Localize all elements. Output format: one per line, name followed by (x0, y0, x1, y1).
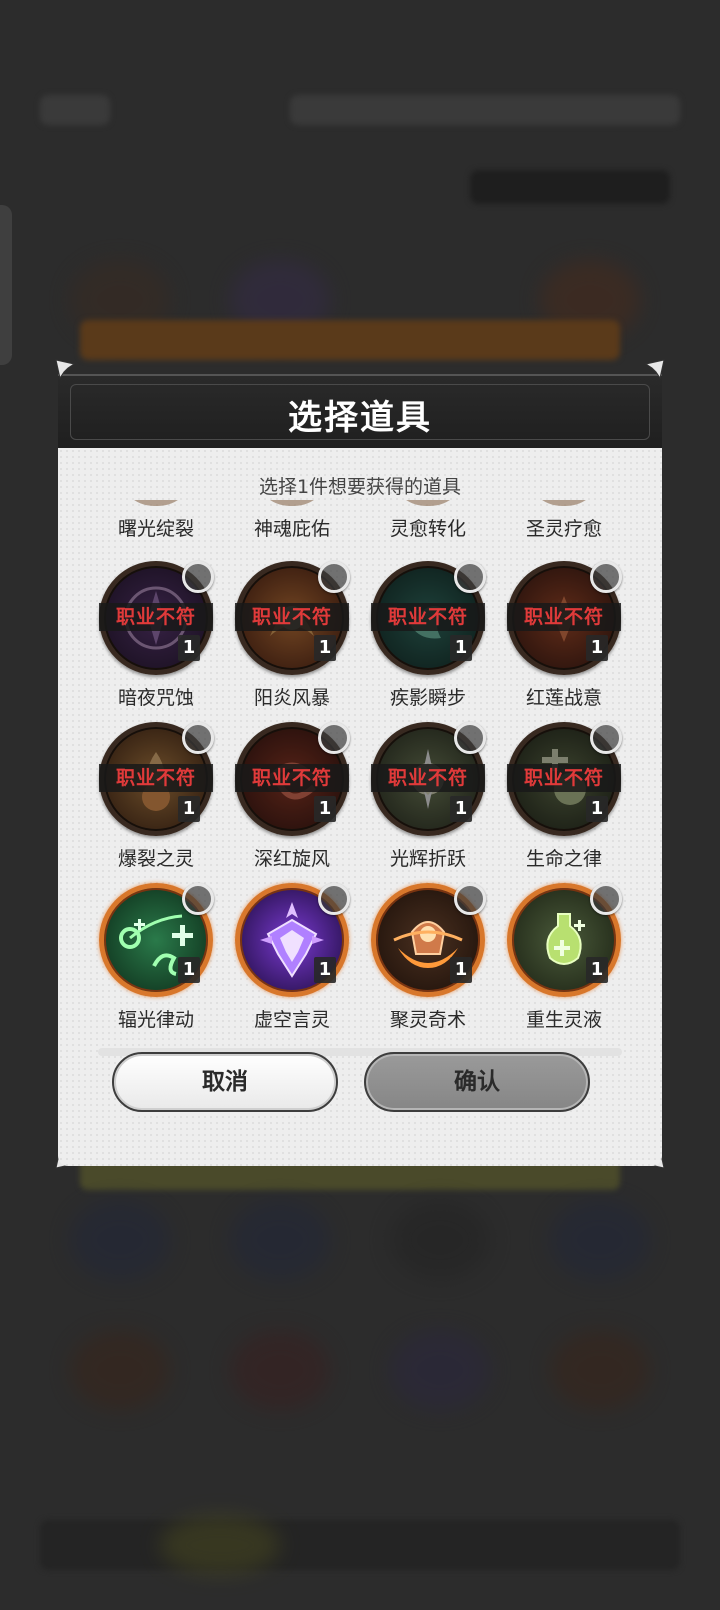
select-checkbox[interactable] (318, 883, 350, 915)
item-slot[interactable]: 职业不符 1 生命之律 (496, 716, 632, 881)
quantity-badge: 1 (178, 957, 200, 983)
restriction-badge: 职业不符 (99, 603, 213, 631)
item-slot[interactable]: 职业不符 1 疾影瞬步 (360, 555, 496, 720)
cancel-button[interactable]: 取消 (112, 1052, 338, 1112)
item-slot[interactable]: 神魂庇佑 (224, 500, 360, 540)
side-drawer-handle[interactable] (0, 205, 12, 365)
quantity-badge: 1 (586, 635, 608, 661)
quantity-badge: 1 (586, 796, 608, 822)
quantity-badge: 1 (314, 796, 336, 822)
item-grid[interactable]: 曙光绽裂 神魂庇佑 灵愈转化 圣灵疗愈 职业不符 1 暗夜咒蚀 职业不符 1 阳… (88, 500, 632, 1048)
quantity-badge: 1 (450, 796, 472, 822)
select-checkbox[interactable] (590, 883, 622, 915)
item-name: 暗夜咒蚀 (117, 687, 194, 709)
item-name: 疾影瞬步 (389, 687, 466, 709)
item-slot[interactable]: 1 重生灵液 (496, 877, 632, 1042)
restriction-badge: 职业不符 (507, 603, 621, 631)
item-name: 辐光律动 (117, 1009, 194, 1031)
quantity-badge: 1 (450, 957, 472, 983)
partial-item-row: 曙光绽裂 神魂庇佑 灵愈转化 圣灵疗愈 (88, 500, 632, 540)
select-checkbox[interactable] (318, 722, 350, 754)
item-name: 重生灵液 (525, 1009, 602, 1031)
quantity-badge: 1 (586, 957, 608, 983)
select-checkbox[interactable] (590, 561, 622, 593)
select-checkbox[interactable] (182, 561, 214, 593)
bg-blur-element (550, 1330, 650, 1410)
item-name: 曙光绽裂 (117, 518, 194, 540)
item-slot[interactable]: 1 辐光律动 (88, 877, 224, 1042)
item-name: 爆裂之灵 (117, 848, 194, 870)
select-item-dialog: 选择道具 选择1件想要获得的道具 曙光绽裂 神魂庇佑 灵愈转化 圣灵疗愈 职业不… (55, 359, 665, 1169)
item-name: 阳炎风暴 (253, 687, 330, 709)
confirm-button[interactable]: 确认 (364, 1052, 590, 1112)
select-checkbox[interactable] (318, 561, 350, 593)
corner-ornament-icon (644, 358, 666, 380)
item-name: 生命之律 (525, 848, 602, 870)
bg-blur-element (80, 320, 620, 360)
dialog-subtitle: 选择1件想要获得的道具 (258, 476, 462, 498)
select-checkbox[interactable] (454, 722, 486, 754)
item-slot[interactable]: 职业不符 1 红莲战意 (496, 555, 632, 720)
restriction-badge: 职业不符 (371, 764, 485, 792)
item-icon-partial (526, 500, 602, 506)
item-slot[interactable]: 圣灵疗愈 (496, 500, 632, 540)
item-slot[interactable]: 职业不符 1 暗夜咒蚀 (88, 555, 224, 720)
bg-blur-element (40, 1520, 680, 1570)
select-checkbox[interactable] (182, 722, 214, 754)
select-checkbox[interactable] (182, 883, 214, 915)
quantity-badge: 1 (178, 635, 200, 661)
bg-blur-element (290, 95, 680, 125)
bg-blur-element (230, 1330, 330, 1410)
quantity-badge: 1 (450, 635, 472, 661)
bg-blur-element (160, 1515, 280, 1575)
restriction-badge: 职业不符 (371, 603, 485, 631)
item-slot[interactable]: 1 聚灵奇术 (360, 877, 496, 1042)
bg-blur-element (390, 1200, 490, 1280)
item-name: 深红旋风 (253, 848, 330, 870)
item-slot[interactable]: 1 虚空言灵 (224, 877, 360, 1042)
select-checkbox[interactable] (590, 722, 622, 754)
quantity-badge: 1 (314, 635, 336, 661)
bg-blur-element (40, 95, 110, 125)
bg-blur-element (70, 1200, 170, 1280)
item-name: 红莲战意 (525, 687, 602, 709)
item-icon-partial (390, 500, 466, 506)
dialog-header: 选择道具 (58, 374, 662, 448)
restriction-badge: 职业不符 (235, 603, 349, 631)
quantity-badge: 1 (178, 796, 200, 822)
item-slot[interactable]: 职业不符 1 光辉折跃 (360, 716, 496, 881)
dialog-body: 选择1件想要获得的道具 曙光绽裂 神魂庇佑 灵愈转化 圣灵疗愈 职业不符 1 暗… (58, 448, 662, 1166)
bg-blur-element (230, 1200, 330, 1280)
item-icon-partial (254, 500, 330, 506)
select-checkbox[interactable] (454, 561, 486, 593)
item-slot[interactable]: 职业不符 1 爆裂之灵 (88, 716, 224, 881)
bg-blur-element (470, 170, 670, 204)
restriction-badge: 职业不符 (507, 764, 621, 792)
item-name: 神魂庇佑 (253, 518, 330, 540)
item-slot[interactable]: 曙光绽裂 (88, 500, 224, 540)
item-name: 虚空言灵 (253, 1009, 330, 1031)
select-checkbox[interactable] (454, 883, 486, 915)
item-slot[interactable]: 职业不符 1 阳炎风暴 (224, 555, 360, 720)
item-name: 聚灵奇术 (389, 1009, 466, 1031)
restriction-badge: 职业不符 (235, 764, 349, 792)
bg-blur-element (70, 1330, 170, 1410)
item-name: 光辉折跃 (389, 848, 466, 870)
dialog-title: 选择道具 (288, 398, 432, 438)
restriction-badge: 职业不符 (99, 764, 213, 792)
item-slot[interactable]: 灵愈转化 (360, 500, 496, 540)
item-name: 灵愈转化 (389, 518, 466, 540)
item-icon-partial (118, 500, 194, 506)
quantity-badge: 1 (314, 957, 336, 983)
bg-blur-element (390, 1330, 490, 1410)
item-slot[interactable]: 职业不符 1 深红旋风 (224, 716, 360, 881)
bg-blur-element (550, 1200, 650, 1280)
corner-ornament-icon (54, 358, 76, 380)
item-name: 圣灵疗愈 (525, 518, 602, 540)
